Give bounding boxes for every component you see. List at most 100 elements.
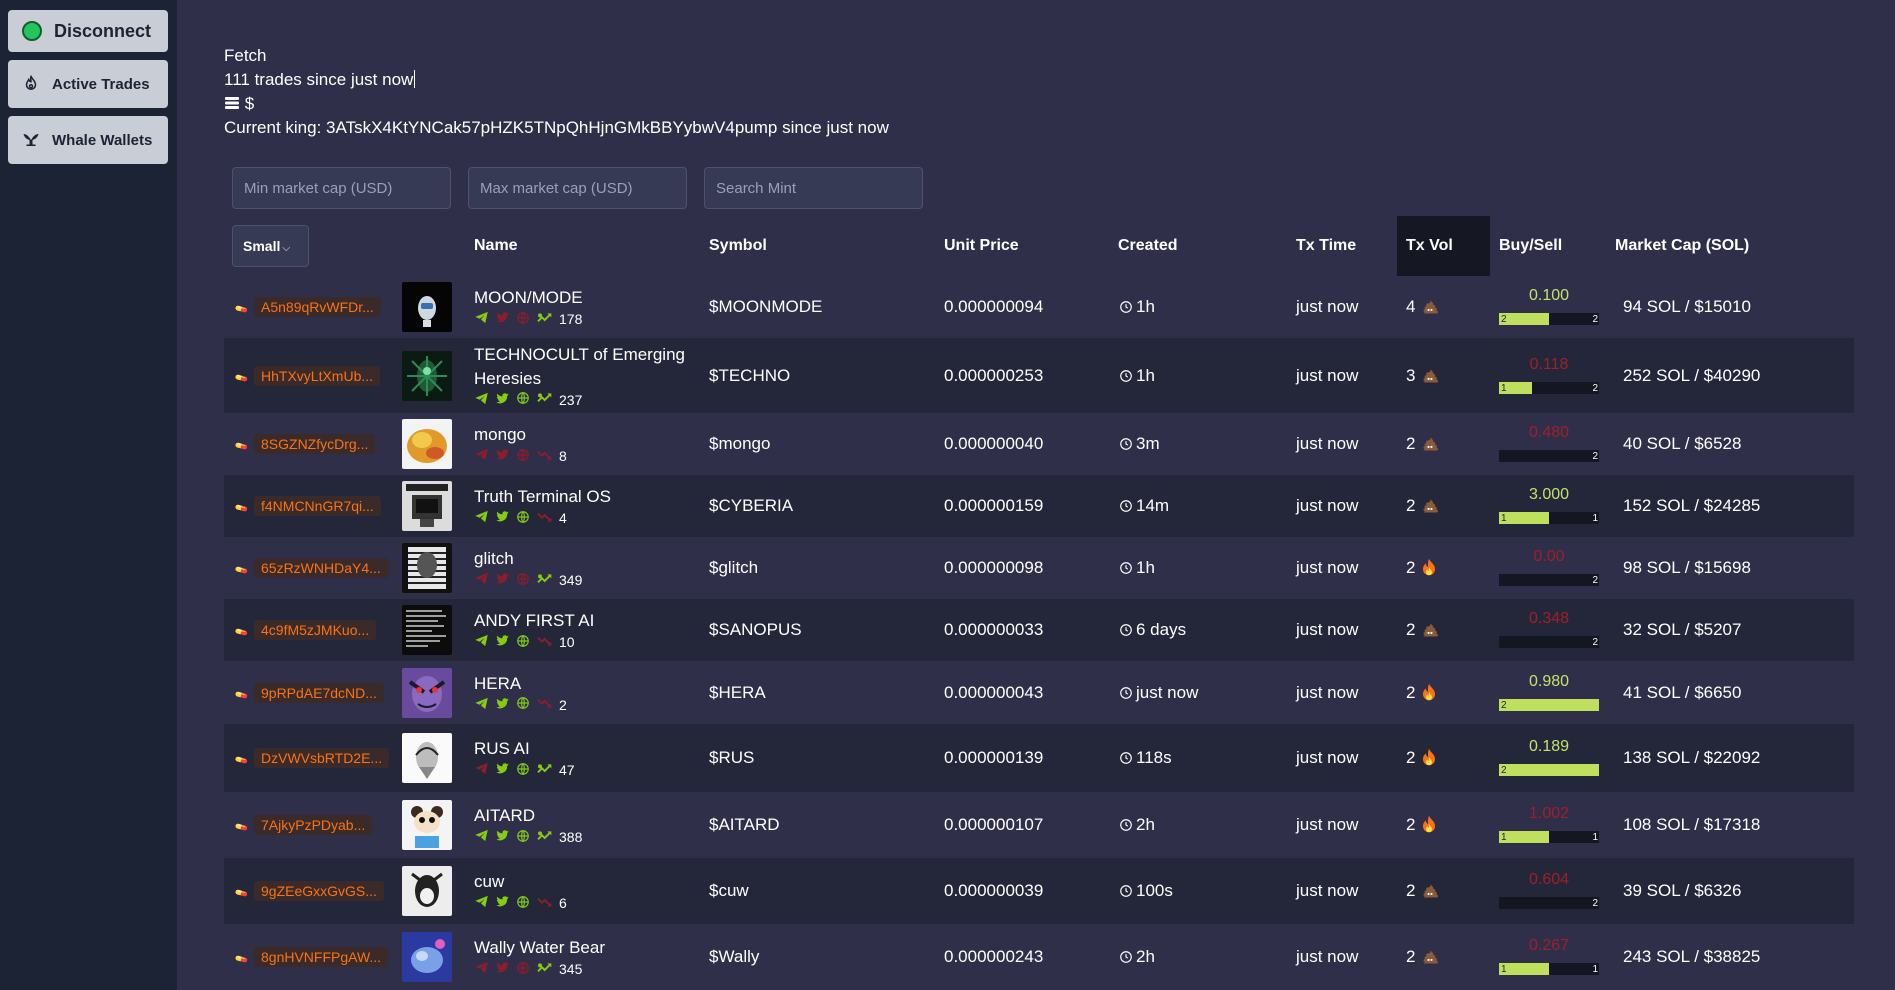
table-row[interactable]: 💊 4c9fM5zJMKuo... ANDY FIRST AI 10 $SANO… — [224, 599, 1854, 661]
header-name[interactable]: Name — [474, 216, 518, 276]
table-row[interactable]: 💊 DzVWVsbRTD2E... RUS AI 47 $RUS 0.00000… — [224, 724, 1854, 792]
min-market-cap-input[interactable] — [232, 167, 451, 209]
market-cap: 40 SOL / $6528 — [1623, 434, 1742, 453]
pill-icon[interactable]: 💊 — [234, 496, 249, 516]
mint-address[interactable]: HhTXvyLtXmUb... — [254, 365, 381, 386]
telegram-icon[interactable] — [474, 960, 489, 978]
pill-icon[interactable]: 💊 — [234, 297, 249, 317]
twitter-icon[interactable] — [495, 509, 510, 527]
created-time: 118s — [1136, 748, 1172, 767]
token-symbol: $TECHNO — [709, 365, 791, 385]
created-time: 14m — [1136, 496, 1170, 515]
mint-address[interactable]: 9pRPdAE7dcND... — [254, 682, 384, 703]
telegram-icon[interactable] — [474, 571, 489, 589]
mint-address[interactable]: 4c9fM5zJMKuo... — [254, 620, 377, 640]
telegram-icon[interactable] — [474, 828, 489, 846]
mint-address[interactable]: DzVWVsbRTD2E... — [254, 748, 390, 768]
token-symbol: $cuw — [709, 881, 749, 900]
header-unit-price[interactable]: Unit Price — [944, 216, 1019, 276]
search-mint-input[interactable] — [704, 167, 923, 209]
table-row[interactable]: 💊 9gZEeGxxGvGS... cuw 6 $cuw 0.000000039… — [224, 858, 1854, 924]
table-row[interactable]: 💊 A5n89qRvWFDr... MOON/MODE 178 $MOONMOD… — [224, 276, 1854, 338]
globe-icon[interactable] — [516, 961, 530, 978]
pill-icon[interactable]: 💊 — [234, 434, 249, 454]
table-row[interactable]: 💊 9pRPdAE7dcND... HERA 2 $HERA 0.0000000… — [224, 661, 1854, 724]
token-image — [402, 350, 452, 401]
header-market-cap[interactable]: Market Cap (SOL) — [1615, 216, 1749, 276]
globe-icon[interactable] — [516, 895, 530, 912]
twitter-icon[interactable] — [495, 571, 510, 589]
size-select[interactable]: Small ⌵ — [232, 225, 309, 267]
globe-icon[interactable] — [516, 391, 530, 408]
header-tx-vol[interactable]: Tx Vol — [1397, 216, 1490, 276]
twitter-icon[interactable] — [495, 960, 510, 978]
whale-wallets-button[interactable]: Whale Wallets — [8, 116, 168, 164]
header-symbol[interactable]: Symbol — [709, 216, 767, 276]
telegram-icon[interactable] — [474, 894, 489, 912]
globe-icon[interactable] — [516, 510, 530, 527]
max-market-cap-input[interactable] — [468, 167, 687, 209]
coins-icon — [224, 94, 240, 113]
globe-icon[interactable] — [516, 311, 530, 328]
twitter-icon[interactable] — [495, 310, 510, 328]
table-row[interactable]: 💊 8SGZNZfycDrg... mongo 8 $mongo 0.00000… — [224, 413, 1854, 475]
twitter-icon[interactable] — [495, 447, 510, 465]
mint-address[interactable]: f4NMCNnGR7qi... — [254, 496, 381, 516]
twitter-icon[interactable] — [495, 894, 510, 912]
created-cell: 1h — [1119, 366, 1155, 386]
pill-icon[interactable]: 💊 — [234, 947, 249, 967]
pill-icon[interactable]: 💊 — [234, 881, 249, 901]
tx-vol-cell: 2 — [1406, 881, 1439, 901]
table-row[interactable]: 💊 7AjkyPzPDyab... AITARD 388 $AITARD 0.0… — [224, 792, 1854, 858]
table-row[interactable]: 💊 f4NMCNnGR7qi... Truth Terminal OS 4 $C… — [224, 475, 1854, 537]
token-image — [402, 866, 452, 916]
buy-sell-ratio: 0.267 — [1528, 937, 1570, 954]
globe-icon[interactable] — [516, 448, 530, 465]
table-row[interactable]: 💊 HhTXvyLtXmUb... TECHNOCULT of Emerging… — [224, 338, 1854, 413]
twitter-icon[interactable] — [495, 761, 510, 779]
fetch-button[interactable]: Fetch — [224, 44, 889, 68]
globe-icon[interactable] — [516, 762, 530, 779]
twitter-icon[interactable] — [495, 633, 510, 651]
tx-time: just now — [1296, 748, 1359, 767]
mint-address[interactable]: 7AjkyPzPDyab... — [254, 815, 373, 835]
table-row[interactable]: 💊 8gnHVNFFPgAW... Wally Water Bear 345 $… — [224, 924, 1854, 990]
globe-icon[interactable] — [516, 829, 530, 846]
header-tx-time[interactable]: Tx Time — [1296, 216, 1356, 276]
header-created[interactable]: Created — [1118, 216, 1178, 276]
disconnect-button[interactable]: Disconnect — [8, 10, 168, 52]
header-buy-sell[interactable]: Buy/Sell — [1499, 216, 1562, 276]
globe-icon[interactable] — [516, 634, 530, 651]
pill-icon[interactable]: 💊 — [234, 815, 249, 835]
market-cap: 41 SOL / $6650 — [1623, 682, 1742, 702]
twitter-icon[interactable] — [495, 828, 510, 846]
twitter-icon[interactable] — [495, 696, 510, 714]
mint-address[interactable]: 8gnHVNFFPgAW... — [254, 947, 389, 967]
telegram-icon[interactable] — [474, 310, 489, 328]
table-row[interactable]: 💊 65zRzWNHDaY4... glitch 349 $glitch 0.0… — [224, 537, 1854, 599]
active-trades-button[interactable]: Active Trades — [8, 60, 168, 108]
mint-address[interactable]: 65zRzWNHDaY4... — [254, 558, 388, 578]
telegram-icon[interactable] — [474, 509, 489, 527]
token-image — [402, 282, 452, 332]
telegram-icon[interactable] — [474, 696, 489, 714]
telegram-icon[interactable] — [474, 447, 489, 465]
mint-address[interactable]: 9gZEeGxxGvGS... — [254, 881, 384, 901]
telegram-icon[interactable] — [474, 761, 489, 779]
pill-icon[interactable]: 💊 — [234, 620, 249, 640]
pill-icon[interactable]: 💊 — [234, 683, 249, 703]
pill-icon[interactable]: 💊 — [234, 558, 249, 578]
telegram-icon[interactable] — [474, 391, 489, 409]
mint-address[interactable]: 8SGZNZfycDrg... — [254, 434, 376, 454]
telegram-icon[interactable] — [474, 633, 489, 651]
twitter-icon[interactable] — [495, 391, 510, 409]
created-cell: 3m — [1119, 434, 1160, 454]
globe-icon[interactable] — [516, 572, 530, 589]
fire-icon — [1415, 558, 1437, 577]
globe-icon[interactable] — [516, 696, 530, 713]
mint-address[interactable]: A5n89qRvWFDr... — [254, 297, 381, 317]
reply-count: 237 — [559, 391, 583, 408]
buy-sell-meter: 0.480 2 — [1499, 424, 1599, 464]
pill-icon[interactable]: 💊 — [234, 748, 249, 768]
pill-icon[interactable]: 💊 — [234, 366, 249, 386]
